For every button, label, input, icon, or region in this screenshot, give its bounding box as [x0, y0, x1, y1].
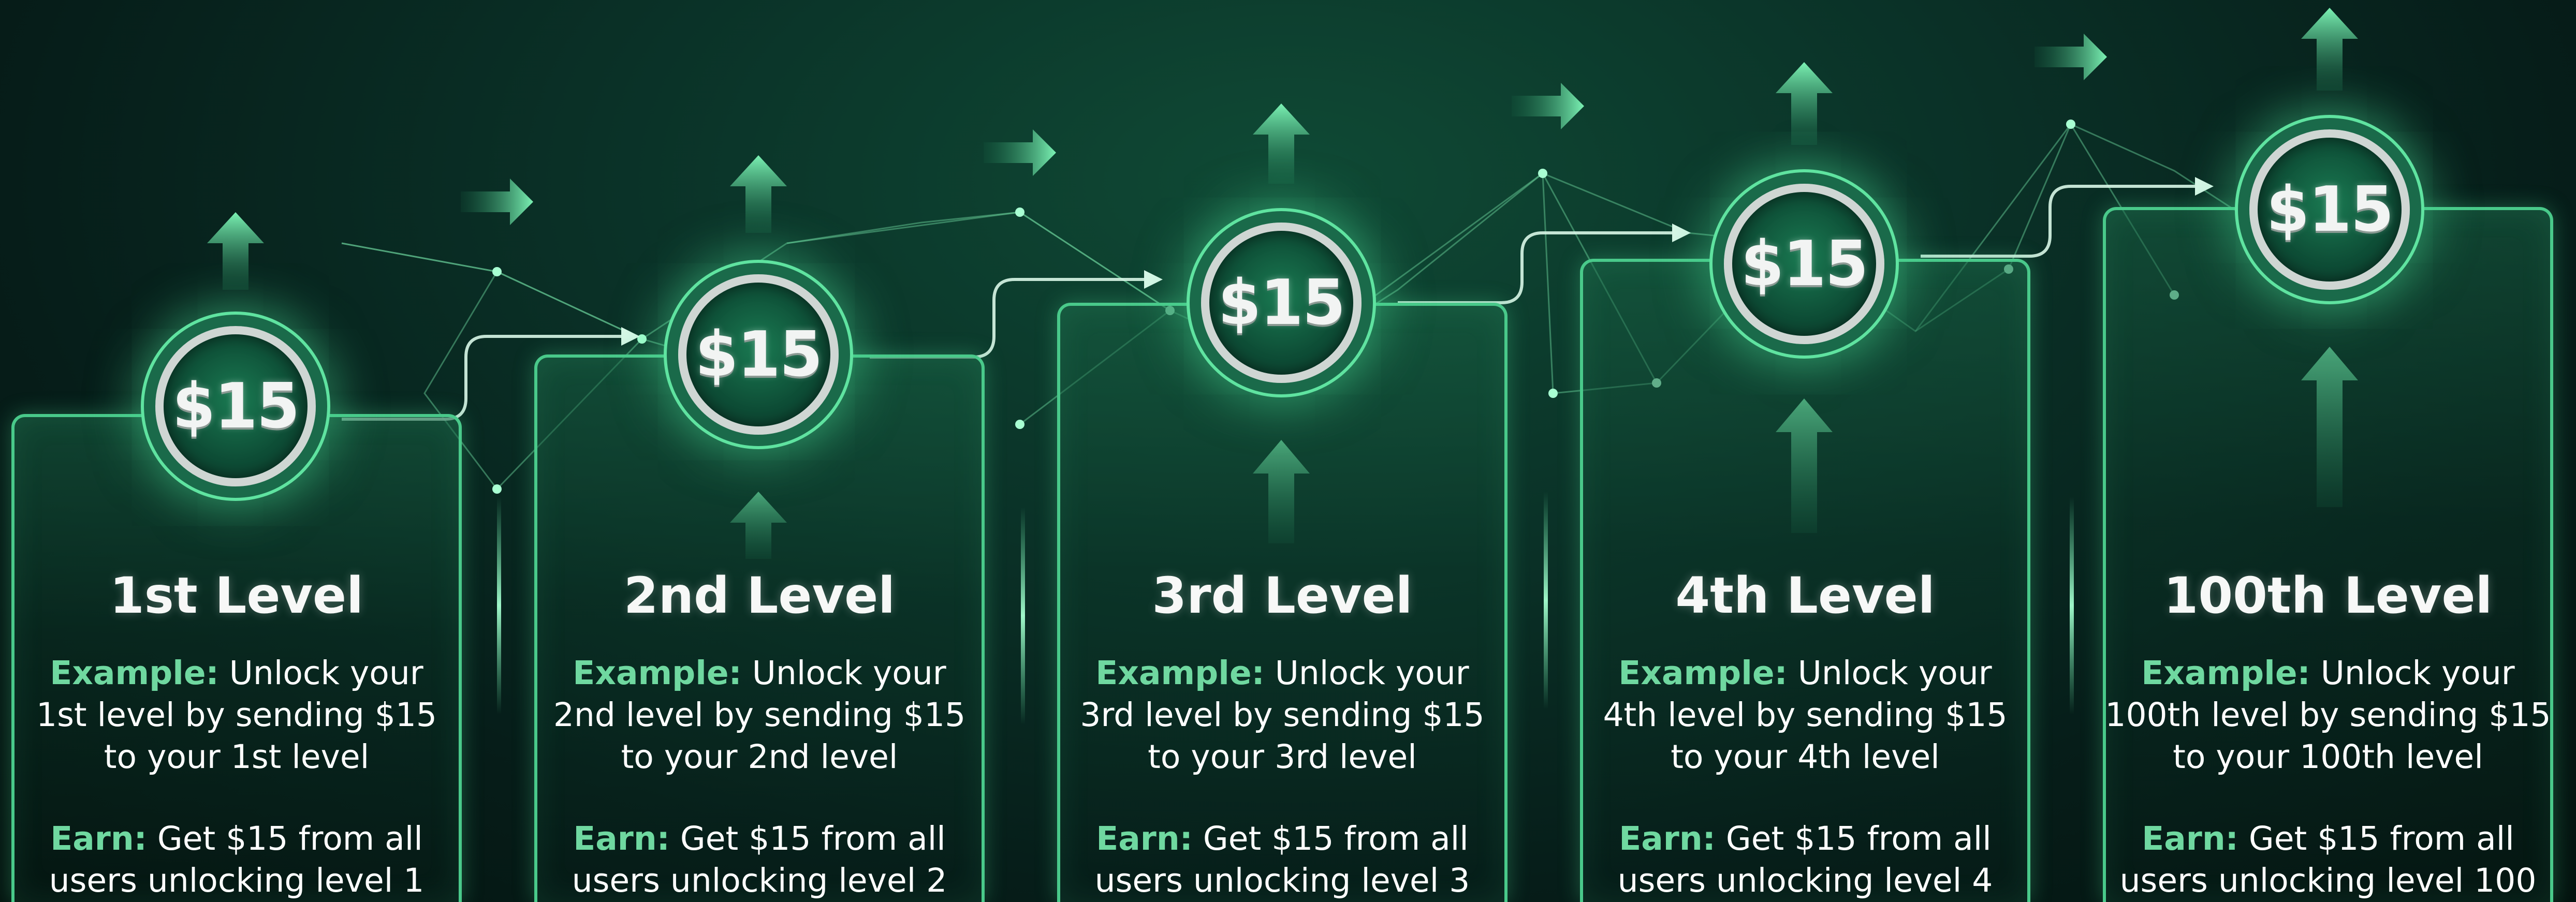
- example-line-1: Unlock your: [1797, 654, 1992, 692]
- example-line-3: to your 3rd level: [1148, 738, 1417, 776]
- example-line-1: Unlock your: [2320, 654, 2515, 692]
- level-earn: Earn: Get $15 from all users unlocking l…: [2103, 818, 2553, 901]
- coin-value: $15: [2266, 173, 2394, 246]
- coin-badge-4: $15: [1724, 184, 1884, 344]
- level-card-5: [2103, 207, 2553, 902]
- coin-value: $15: [172, 370, 300, 442]
- example-line-1: Unlock your: [1275, 654, 1469, 692]
- example-label: Example:: [573, 654, 742, 692]
- earn-label: Earn:: [1096, 820, 1193, 857]
- level-example: Example: Unlock your 2nd level by sendin…: [534, 652, 985, 778]
- level-title: 2nd Level: [623, 567, 896, 625]
- earn-label: Earn:: [2142, 820, 2238, 857]
- earn-label: Earn:: [50, 820, 147, 857]
- coin-badge-2: $15: [678, 274, 839, 435]
- level-earn: Earn: Get $15 from all users unlocking l…: [1057, 818, 1507, 901]
- level-title: 100th Level: [2163, 567, 2493, 625]
- coin-badge-3: $15: [1201, 223, 1362, 383]
- earn-line-2: users unlocking level 2: [572, 862, 947, 899]
- earn-line-1: Get $15 from all: [1725, 820, 1992, 857]
- level-title: 4th Level: [1675, 567, 1935, 625]
- example-line-1: Unlock your: [229, 654, 423, 692]
- earn-line-2: users unlocking level 100: [2119, 862, 2537, 899]
- example-label: Example:: [1095, 654, 1265, 692]
- earn-line-2: users unlocking level 3: [1094, 862, 1470, 899]
- level-example: Example: Unlock your 3rd level by sendin…: [1057, 652, 1507, 778]
- level-title: 3rd Level: [1152, 567, 1413, 625]
- example-line-3: to your 2nd level: [621, 738, 898, 776]
- example-line-2: 1st level by sending $15: [36, 696, 437, 734]
- example-line-2: 4th level by sending $15: [1603, 696, 2008, 734]
- earn-label: Earn:: [1619, 820, 1716, 857]
- level-earn: Earn: Get $15 from all users unlocking l…: [1580, 818, 2030, 901]
- level-earn: Earn: Get $15 from all users unlocking l…: [534, 818, 985, 901]
- earn-line-1: Get $15 from all: [157, 820, 423, 857]
- example-label: Example:: [2141, 654, 2310, 692]
- coin-value: $15: [1740, 228, 1868, 300]
- earn-line-1: Get $15 from all: [1203, 820, 1469, 857]
- example-line-1: Unlock your: [752, 654, 946, 692]
- earn-label: Earn:: [573, 820, 670, 857]
- earn-line-1: Get $15 from all: [2248, 820, 2514, 857]
- level-example: Example: Unlock your 1st level by sendin…: [11, 652, 462, 778]
- earn-line-2: users unlocking level 4: [1617, 862, 1993, 899]
- earn-line-1: Get $15 from all: [680, 820, 946, 857]
- example-line-2: 2nd level by sending $15: [553, 696, 966, 734]
- level-example: Example: Unlock your 100th level by send…: [2103, 652, 2553, 778]
- level-example: Example: Unlock your 4th level by sendin…: [1580, 652, 2030, 778]
- example-line-2: 100th level by sending $15: [2105, 696, 2551, 734]
- coin-value: $15: [1218, 267, 1345, 339]
- level-earn: Earn: Get $15 from all users unlocking l…: [11, 818, 462, 901]
- example-line-3: to your 4th level: [1671, 738, 1940, 776]
- example-line-3: to your 100th level: [2173, 738, 2483, 776]
- example-line-2: 3rd level by sending $15: [1080, 696, 1485, 734]
- example-label: Example:: [1618, 654, 1788, 692]
- coin-badge-1: $15: [155, 326, 316, 486]
- earn-line-2: users unlocking level 1: [49, 862, 425, 899]
- coin-badge-5: $15: [2249, 129, 2410, 290]
- example-line-3: to your 1st level: [104, 738, 370, 776]
- example-label: Example:: [50, 654, 219, 692]
- coin-value: $15: [695, 318, 823, 391]
- level-title: 1st Level: [109, 567, 364, 625]
